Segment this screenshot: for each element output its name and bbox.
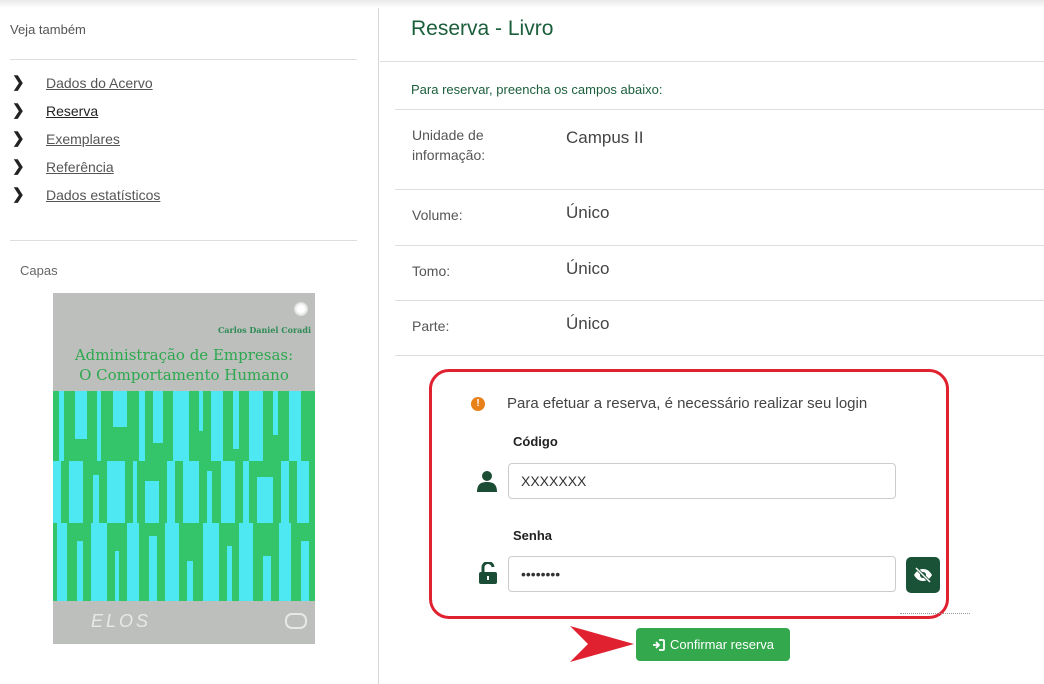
sign-in-icon xyxy=(652,638,665,651)
nav-link-dados-acervo[interactable]: Dados do Acervo xyxy=(46,74,153,92)
nav-item-dados-estatisticos: ❯ Dados estatísticos xyxy=(12,186,160,214)
label-line: Unidade de xyxy=(412,127,484,143)
cover-title-line1: Administração de Empresas: xyxy=(74,346,294,364)
see-also-heading: Veja também xyxy=(10,22,86,37)
sidebar-nav: ❯ Dados do Acervo ❯ Reserva ❯ Exemplares… xyxy=(12,74,160,214)
field-value-tomo: Único xyxy=(566,259,610,278)
password-input[interactable] xyxy=(508,556,896,592)
publisher-logo-icon xyxy=(285,613,307,629)
field-label-tomo: Tomo: xyxy=(412,263,451,279)
nav-link-exemplares[interactable]: Exemplares xyxy=(46,130,120,148)
cover-author: Carlos Daniel Coradi xyxy=(217,325,311,335)
nav-item-dados-acervo: ❯ Dados do Acervo xyxy=(12,74,160,102)
instructions-text: Para reservar, preencha os campos abaixo… xyxy=(411,82,663,97)
divider xyxy=(10,240,357,241)
cover-title-line2: O Comportamento Humano xyxy=(79,366,289,384)
cover-title: Administração de Empresas: O Comportamen… xyxy=(53,345,315,385)
book-cover-image[interactable]: Carlos Daniel Coradi Administração de Em… xyxy=(53,293,315,644)
dotted-separator xyxy=(900,613,970,614)
cover-publisher: ELOS xyxy=(91,611,152,631)
login-warning-text: Para efetuar a reserva, é necessário rea… xyxy=(507,395,868,412)
field-label-unidade: Unidade de informação: xyxy=(412,125,485,165)
divider xyxy=(395,189,1044,190)
user-icon xyxy=(477,471,497,492)
field-value-volume: Único xyxy=(566,203,610,222)
eye-slash-icon xyxy=(914,567,932,583)
nav-item-referencia: ❯ Referência xyxy=(12,158,160,186)
field-value-parte: Único xyxy=(566,314,610,333)
chevron-right-icon: ❯ xyxy=(12,158,25,175)
label-line: informação: xyxy=(412,147,486,163)
confirm-reservation-label: Confirmar reserva xyxy=(669,637,775,652)
divider xyxy=(395,300,1044,301)
nav-link-referencia[interactable]: Referência xyxy=(46,158,114,176)
nav-item-reserva: ❯ Reserva xyxy=(12,102,160,130)
nav-item-exemplares: ❯ Exemplares xyxy=(12,130,160,158)
toggle-password-visibility-button[interactable] xyxy=(906,557,940,593)
warning-icon: ! xyxy=(471,397,485,411)
page-title: Reserva - Livro xyxy=(411,17,554,40)
divider xyxy=(395,245,1044,246)
arrow-pointer-icon xyxy=(570,626,634,662)
field-label-parte: Parte: xyxy=(412,318,450,334)
divider xyxy=(10,59,357,60)
field-label-volume: Volume: xyxy=(412,207,463,223)
divider xyxy=(395,109,1044,110)
divider xyxy=(395,355,1044,356)
cover-stripes-pattern xyxy=(53,391,315,601)
code-input[interactable] xyxy=(508,463,896,499)
password-label: Senha xyxy=(513,528,553,543)
nav-link-reserva[interactable]: Reserva xyxy=(46,102,98,120)
nav-link-dados-estatisticos[interactable]: Dados estatísticos xyxy=(46,186,160,204)
unlock-icon xyxy=(479,562,497,584)
divider xyxy=(380,61,1044,62)
code-label: Código xyxy=(513,434,558,449)
vertical-divider xyxy=(378,8,379,684)
confirm-reservation-button[interactable]: Confirmar reserva xyxy=(636,628,790,661)
chevron-right-icon: ❯ xyxy=(12,186,25,203)
covers-heading: Capas xyxy=(20,263,58,278)
chevron-right-icon: ❯ xyxy=(12,74,25,91)
field-value-unidade: Campus II xyxy=(566,128,644,147)
chevron-right-icon: ❯ xyxy=(12,102,25,119)
chevron-right-icon: ❯ xyxy=(12,130,25,147)
sidebar: Veja também ❯ Dados do Acervo ❯ Reserva … xyxy=(0,0,378,684)
cover-emblem-icon xyxy=(293,301,309,317)
